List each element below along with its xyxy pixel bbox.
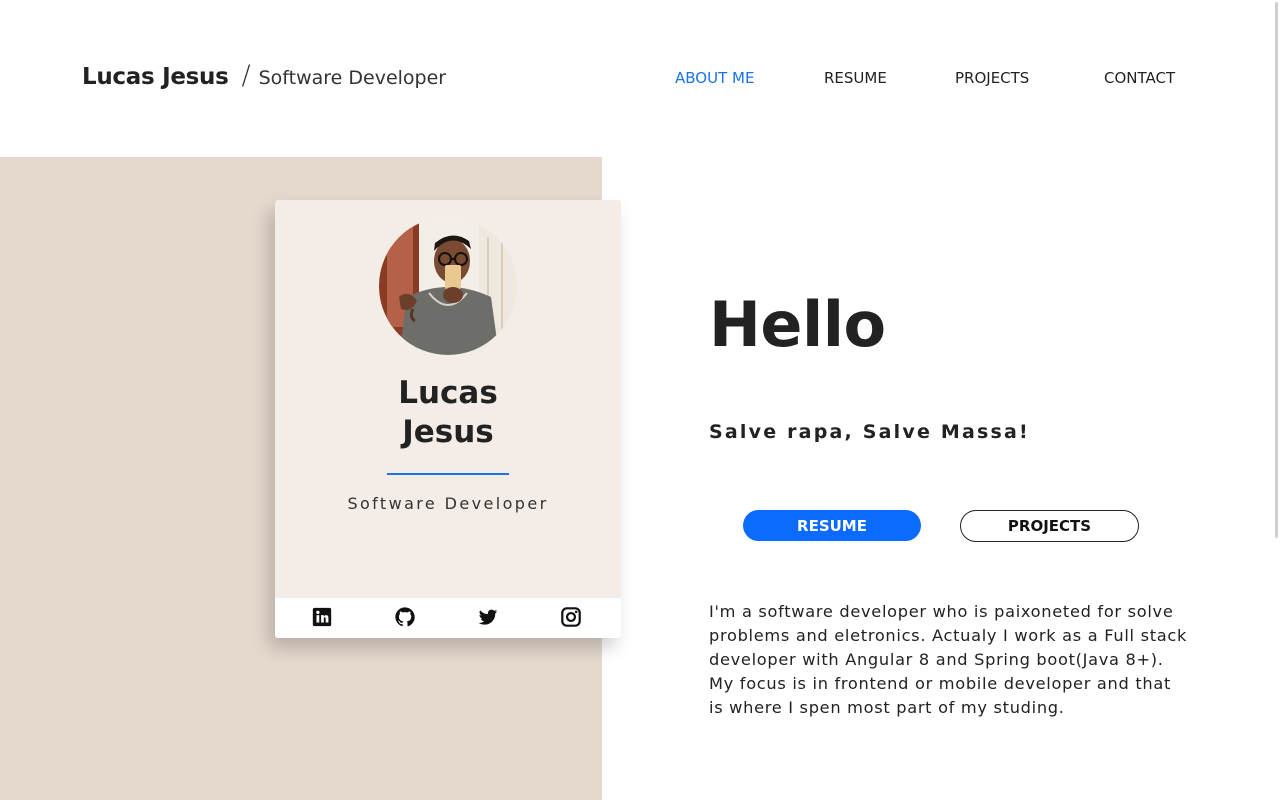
scrollbar[interactable] xyxy=(1272,0,1280,800)
bio-text: I'm a software developer who is paixonet… xyxy=(709,602,1188,717)
greeting-heading: Hello xyxy=(709,288,886,361)
twitter-icon[interactable] xyxy=(477,606,499,628)
nav-contact[interactable]: CONTACT xyxy=(1104,69,1175,87)
name-divider xyxy=(387,473,509,475)
social-bar xyxy=(275,598,621,638)
profile-card: Lucas Jesus Software Developer xyxy=(275,200,621,638)
nav-about-me[interactable]: ABOUT ME xyxy=(675,69,754,87)
github-icon[interactable] xyxy=(394,606,416,628)
projects-button[interactable]: PROJECTS xyxy=(960,510,1139,542)
nav-projects[interactable]: PROJECTS xyxy=(955,69,1029,87)
tagline: Salve rapa, Salve Massa! xyxy=(709,421,1030,443)
profile-name: Lucas Jesus xyxy=(398,375,498,450)
linkedin-icon[interactable] xyxy=(311,606,333,628)
avatar-photo xyxy=(379,217,517,355)
avatar xyxy=(379,217,517,355)
profile-role: Software Developer xyxy=(347,494,549,513)
instagram-icon[interactable] xyxy=(560,606,582,628)
scrollbar-thumb[interactable] xyxy=(1275,2,1278,538)
site-header: Lucas Jesus / Software Developer ABOUT M… xyxy=(0,0,1280,157)
main-nav: ABOUT ME RESUME PROJECTS CONTACT xyxy=(0,69,1280,89)
nav-resume[interactable]: RESUME xyxy=(824,69,887,87)
resume-button[interactable]: RESUME xyxy=(743,510,921,541)
